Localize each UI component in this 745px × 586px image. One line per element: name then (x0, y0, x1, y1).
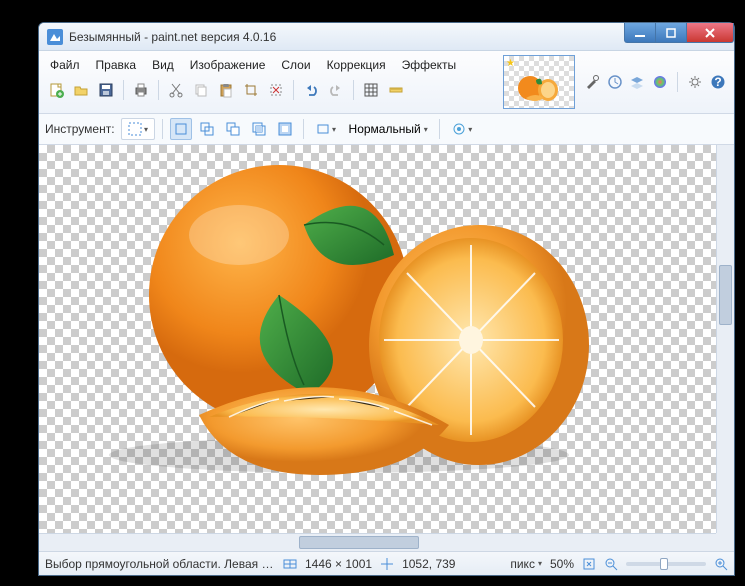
chevron-down-icon: ▾ (332, 125, 336, 134)
new-button[interactable] (45, 79, 67, 101)
separator-icon (158, 80, 159, 100)
menu-image[interactable]: Изображение (183, 55, 273, 75)
crop-button[interactable] (240, 79, 262, 101)
scrollbar-corner (716, 533, 734, 551)
top-area: Файл Правка Вид Изображение Слои Коррекц… (39, 51, 734, 114)
selection-invert-icon[interactable] (274, 118, 296, 140)
image-size-icon (283, 557, 297, 571)
layers-window-icon[interactable] (629, 71, 646, 93)
menu-file[interactable]: Файл (43, 55, 87, 75)
tools-window-icon[interactable] (584, 71, 601, 93)
menu-and-toolbar: Файл Правка Вид Изображение Слои Коррекц… (39, 51, 494, 113)
scrollbar-thumb[interactable] (719, 265, 732, 325)
image-thumbnail[interactable]: ★ (503, 55, 575, 109)
settings-icon[interactable] (687, 71, 704, 93)
status-bar: Выбор прямоугольной области. Левая кнопк… (39, 551, 734, 575)
save-button[interactable] (95, 79, 117, 101)
maximize-button[interactable] (655, 23, 687, 43)
thumbnail-content-icon (514, 70, 564, 104)
image-size-value: 1446 × 1001 (305, 557, 372, 571)
help-icon[interactable]: ? (709, 71, 726, 93)
canvas-image (79, 145, 599, 475)
chevron-down-icon: ▾ (424, 125, 428, 134)
menu-bar: Файл Правка Вид Изображение Слои Коррекц… (39, 51, 494, 77)
selection-shape-dropdown[interactable]: ▾ (311, 118, 341, 140)
zoom-in-icon[interactable] (714, 557, 728, 571)
chevron-down-icon: ▾ (538, 559, 542, 568)
title-bar[interactable]: Безымянный - paint.net версия 4.0.16 (39, 23, 734, 51)
menu-effects[interactable]: Эффекты (395, 55, 464, 75)
scrollbar-thumb[interactable] (299, 536, 419, 549)
colors-window-icon[interactable] (652, 71, 669, 93)
minimize-button[interactable] (624, 23, 656, 43)
aux-toolbar: ? (584, 51, 734, 113)
menu-layers[interactable]: Слои (274, 55, 317, 75)
separator-icon (293, 80, 294, 100)
print-button[interactable] (130, 79, 152, 101)
window-controls (625, 23, 734, 43)
chevron-down-icon: ▾ (144, 125, 148, 134)
ruler-button[interactable] (385, 79, 407, 101)
close-button[interactable] (686, 23, 734, 43)
app-window: Безымянный - paint.net версия 4.0.16 Фай… (38, 22, 735, 576)
cursor-position-icon (380, 557, 394, 571)
cursor-position-value: 1052, 739 (402, 557, 455, 571)
paste-button[interactable] (215, 79, 237, 101)
tool-options-bar: Инструмент: ▾ ▾ Нормальный▾ ▾ (39, 114, 734, 145)
separator-icon (677, 72, 678, 92)
unit-dropdown[interactable]: пикс▾ (510, 557, 542, 571)
history-window-icon[interactable] (607, 71, 624, 93)
main-toolbar (39, 77, 494, 105)
zoom-out-icon[interactable] (604, 557, 618, 571)
selection-subtract-icon[interactable] (222, 118, 244, 140)
separator-icon (353, 80, 354, 100)
undo-button[interactable] (300, 79, 322, 101)
deselect-button[interactable] (265, 79, 287, 101)
separator-icon (303, 119, 304, 139)
modified-star-icon: ★ (506, 58, 515, 69)
svg-text:?: ? (714, 75, 721, 89)
chevron-down-icon: ▾ (468, 125, 472, 134)
copy-button[interactable] (190, 79, 212, 101)
blend-mode-dropdown[interactable]: Нормальный▾ (345, 120, 432, 138)
blend-mode-label: Нормальный (349, 122, 421, 136)
open-button[interactable] (70, 79, 92, 101)
canvas-area (39, 145, 734, 551)
window-title: Безымянный - paint.net версия 4.0.16 (69, 30, 276, 44)
zoom-slider[interactable] (626, 562, 706, 566)
app-icon (47, 29, 63, 45)
unit-label: пикс (510, 557, 535, 571)
status-hint: Выбор прямоугольной области. Левая кнопк… (45, 557, 275, 571)
menu-adjust[interactable]: Коррекция (320, 55, 393, 75)
image-thumbnail-panel: ★ (494, 51, 584, 113)
menu-view[interactable]: Вид (145, 55, 181, 75)
vertical-scrollbar[interactable] (716, 145, 734, 533)
zoom-value: 50% (550, 557, 574, 571)
menu-edit[interactable]: Правка (89, 55, 144, 75)
tool-label: Инструмент: (45, 122, 115, 136)
canvas[interactable] (39, 145, 716, 533)
redo-button[interactable] (325, 79, 347, 101)
current-tool-dropdown[interactable]: ▾ (121, 118, 155, 140)
grid-button[interactable] (360, 79, 382, 101)
selection-intersect-icon[interactable] (248, 118, 270, 140)
slider-handle[interactable] (660, 558, 668, 570)
separator-icon (123, 80, 124, 100)
horizontal-scrollbar[interactable] (39, 533, 716, 551)
zoom-fit-icon[interactable] (582, 557, 596, 571)
separator-icon (162, 119, 163, 139)
selection-add-icon[interactable] (196, 118, 218, 140)
selection-rect-icon[interactable] (170, 118, 192, 140)
separator-icon (439, 119, 440, 139)
cut-button[interactable] (165, 79, 187, 101)
sampling-dropdown[interactable]: ▾ (447, 118, 477, 140)
